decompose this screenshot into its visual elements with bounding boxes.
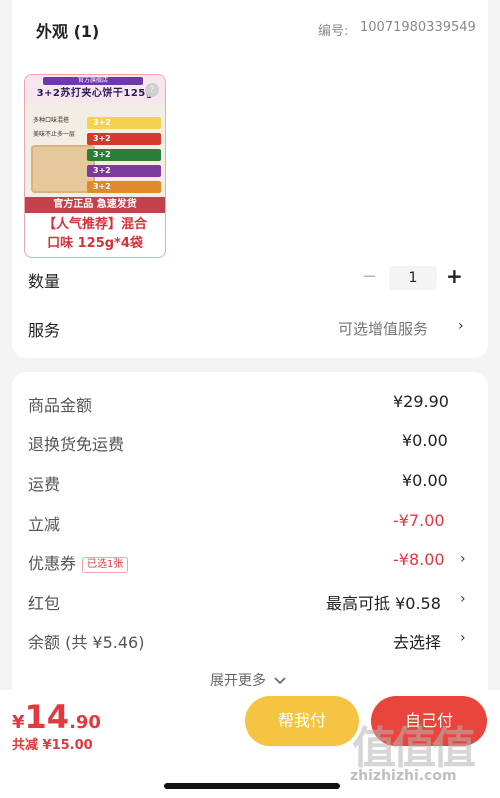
row-value-coupon[interactable]: -¥8.00 [393, 550, 445, 569]
thumb-promo-band: 官方正品 急速发货 [25, 197, 165, 213]
watermark-url: zhizhizhi.com [350, 768, 457, 784]
cracker-image [31, 145, 95, 193]
quantity-label: 数量 [28, 272, 61, 291]
coupon-row[interactable]: 优惠券 已选1张 [28, 550, 129, 574]
row-label-goods-amount: 商品金额 [28, 396, 93, 415]
help-me-pay-button[interactable]: 帮我付 [245, 696, 359, 746]
pack-image: 3+2 [87, 133, 161, 145]
product-thumbnail[interactable]: 官方旗舰店 3+2苏打夹心饼干125g ? 多种口味混搭 美味不止多一层 3+2… [24, 74, 166, 258]
balance-chevron-icon[interactable]: › [460, 630, 466, 646]
quantity-input[interactable]: 1 [389, 266, 437, 290]
row-value-return-freight: ¥0.00 [402, 431, 448, 450]
caption-line-2: 口味 125g*4袋 [47, 236, 143, 251]
thumb-text-2: 美味不止多一层 [33, 131, 76, 138]
total-saving: 共减 ¥15.00 [12, 738, 93, 753]
row-value-goods-amount: ¥29.90 [393, 392, 449, 411]
row-value-shipping: ¥0.00 [402, 471, 448, 490]
appearance-title: 外观 (1) [36, 22, 100, 41]
quantity-increase-button[interactable]: + [446, 264, 463, 288]
pack-image: 3+2 [87, 181, 161, 193]
service-label: 服务 [28, 321, 61, 340]
order-number-label: 编号: [318, 24, 349, 39]
expand-more-button[interactable]: 展开更多 [210, 670, 287, 690]
quantity-decrease-button[interactable]: − [362, 266, 377, 287]
price-integer: 14 [24, 698, 70, 736]
red-packet-chevron-icon[interactable]: › [460, 591, 466, 607]
product-caption: 【人气推荐】混合 口味 125g*4袋 [25, 215, 165, 253]
pack-image: 3+2 [87, 165, 161, 177]
row-label-discount: 立减 [28, 515, 61, 534]
price-decimal: .90 [69, 712, 101, 733]
thumb-illustration: 多种口味混搭 美味不止多一层 3+2 3+2 3+2 3+2 3+2 [25, 103, 165, 197]
service-value[interactable]: 可选增值服务 [338, 318, 428, 339]
row-value-discount: -¥7.00 [393, 511, 445, 530]
row-label-shipping: 运费 [28, 475, 61, 494]
row-label-coupon: 优惠券 [28, 554, 77, 573]
order-number-value: 10071980339549 [360, 20, 476, 35]
thumb-header: 官方旗舰店 3+2苏打夹心饼干125g ? [25, 75, 165, 103]
thumb-title: 3+2苏打夹心饼干125g [36, 88, 154, 99]
service-chevron-icon[interactable]: › [458, 318, 464, 334]
caption-line-1: 【人气推荐】混合 [42, 217, 147, 232]
pack-image: 3+2 [87, 117, 161, 129]
chevron-down-icon [274, 677, 287, 685]
expand-more-label: 展开更多 [210, 673, 266, 689]
row-value-balance[interactable]: 去选择 [393, 629, 441, 653]
row-value-red-packet[interactable]: 最高可抵 ¥0.58 [326, 590, 441, 614]
currency-symbol: ¥ [12, 712, 25, 733]
pack-image: 3+2 [87, 149, 161, 161]
row-label-return-freight: 退换货免运费 [28, 435, 125, 454]
coupon-chevron-icon[interactable]: › [460, 551, 466, 567]
home-indicator[interactable] [164, 783, 340, 789]
total-price: ¥14.90 [12, 698, 101, 736]
watermark-logo: 值值值 [352, 723, 476, 774]
coupon-selected-tag: 已选1张 [82, 556, 129, 573]
row-label-balance: 余额 (共 ¥5.46) [28, 633, 145, 652]
info-icon: ? [145, 83, 159, 97]
thumb-text-1: 多种口味混搭 [33, 117, 70, 124]
row-label-red-packet: 红包 [28, 594, 61, 613]
